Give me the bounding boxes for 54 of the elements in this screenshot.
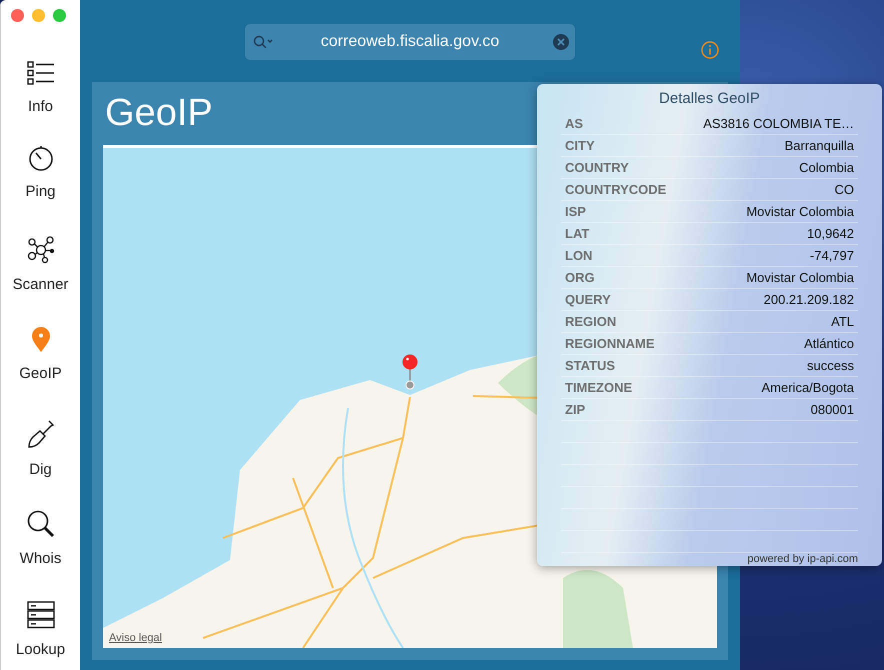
sidebar-item[interactable]: Scanner — [0, 214, 80, 306]
field-label: REGIONNAME — [565, 336, 655, 351]
panel-title: GeoIP — [104, 91, 213, 136]
field-value: AS3816 COLOMBIA TE… — [703, 116, 854, 131]
sidebar-item[interactable]: Dig — [0, 396, 80, 488]
popover-title: Detalles GeoIP — [658, 90, 761, 107]
sidebar-item[interactable]: GeoIP — [0, 305, 80, 396]
field-value: 200.21.209.182 — [764, 292, 854, 307]
shovel-icon — [26, 418, 54, 448]
close-button[interactable] — [11, 9, 24, 22]
minimize-button[interactable] — [32, 9, 45, 22]
map-pin-icon — [402, 354, 418, 390]
field-label: LAT — [565, 226, 590, 241]
list-icon — [26, 60, 54, 86]
field-value: Atlántico — [804, 336, 854, 351]
legal-link[interactable]: Aviso legal — [109, 632, 162, 644]
server-icon — [26, 600, 54, 629]
field-value: 10,9642 — [807, 226, 854, 241]
field-value: CO — [834, 182, 854, 197]
field-label: REGION — [565, 314, 616, 329]
zoom-button[interactable] — [53, 9, 66, 22]
search-icon — [26, 510, 54, 538]
field-label: AS — [565, 116, 584, 131]
field-label: TIMEZONE — [565, 380, 632, 395]
field-label: CITY — [565, 138, 595, 153]
map-pin-icon — [30, 327, 50, 354]
field-label: ISP — [565, 204, 586, 219]
field-value: 080001 — [810, 402, 854, 417]
sidebar-item[interactable]: Lookup — [0, 578, 80, 670]
info-icon[interactable] — [701, 41, 719, 59]
search-field[interactable]: correoweb.fiscalia.gov.co — [245, 24, 575, 60]
field-value: Colombia — [799, 160, 854, 175]
credit-text: powered by ip-api.com — [746, 553, 858, 565]
field-label: COUNTRY — [565, 160, 629, 175]
field-label: ZIP — [565, 402, 586, 417]
field-value: Barranquilla — [784, 138, 854, 153]
field-value: ATL — [831, 314, 854, 329]
clear-icon[interactable] — [553, 34, 569, 50]
sidebar-item[interactable]: Info — [0, 32, 80, 123]
field-value: -74,797 — [810, 248, 854, 263]
field-value: Movistar Colombia — [746, 204, 854, 219]
field-label: QUERY — [565, 292, 611, 307]
field-label: LON — [565, 248, 592, 263]
field-value: success — [807, 358, 854, 373]
field-label: COUNTRYCODE — [565, 182, 666, 197]
search-icon[interactable] — [253, 35, 273, 49]
field-label: ORG — [565, 270, 595, 285]
network-icon — [26, 236, 54, 264]
stopwatch-icon — [28, 144, 54, 171]
field-label: STATUS — [565, 358, 616, 373]
field-value: America/Bogota — [762, 380, 854, 395]
sidebar-item[interactable]: Whois — [0, 488, 80, 579]
sidebar-item[interactable]: Ping — [0, 122, 80, 214]
field-value: Movistar Colombia — [746, 270, 854, 285]
